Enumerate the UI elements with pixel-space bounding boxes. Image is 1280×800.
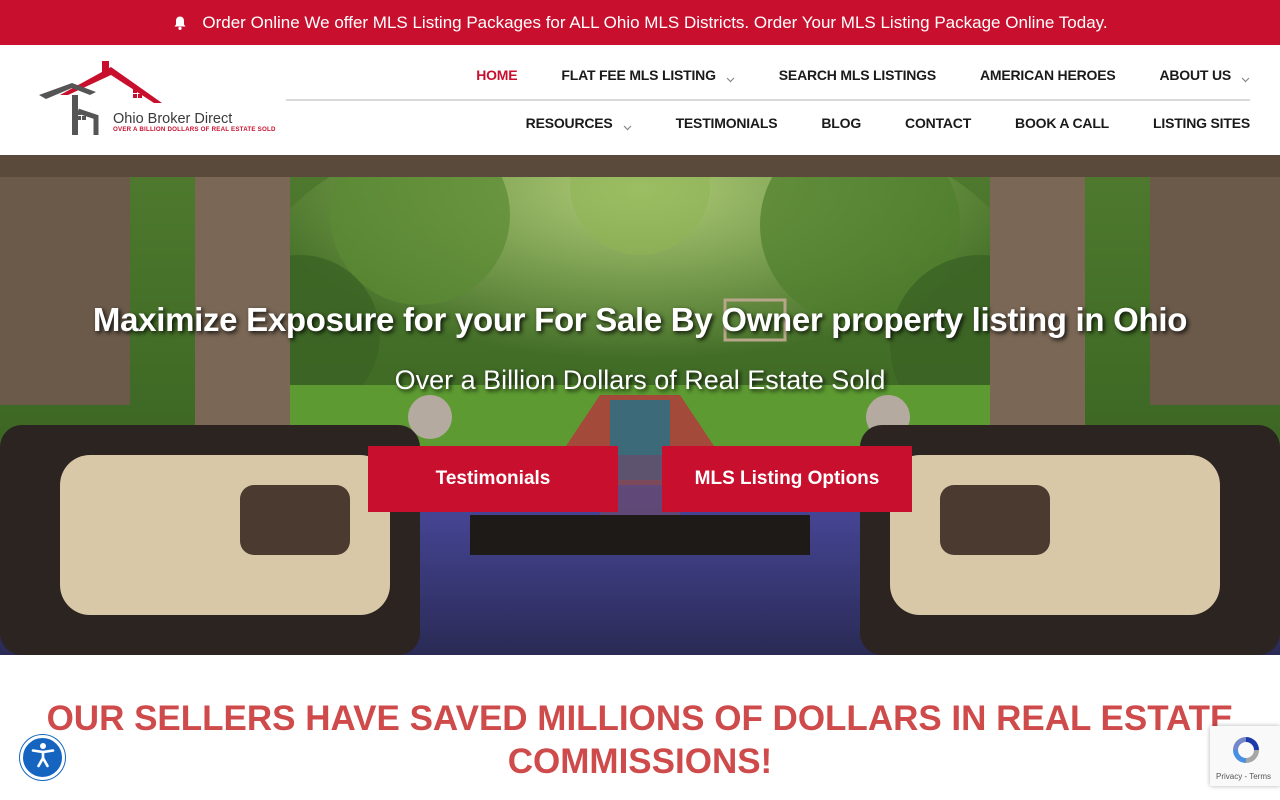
nav-flat-fee-mls-listing[interactable]: FLAT FEE MLS LISTING <box>561 67 735 83</box>
nav-blog[interactable]: BLOG <box>821 115 861 131</box>
nav-label: SEARCH MLS LISTINGS <box>778 67 937 83</box>
nav-testimonials[interactable]: TESTIMONIALS <box>676 115 778 131</box>
nav-label: FLAT FEE MLS LISTING <box>561 67 716 83</box>
nav-label: BOOK A CALL <box>1015 115 1110 131</box>
recaptcha-icon <box>1230 734 1262 771</box>
announcement-link[interactable]: Order Online We offer MLS Listing Packag… <box>202 13 1107 33</box>
announcement-bar: Order Online We offer MLS Listing Packag… <box>0 0 1280 45</box>
chevron-down-icon <box>623 119 632 130</box>
nav-label: CONTACT <box>905 115 972 131</box>
nav-label: HOME <box>476 67 518 83</box>
hero-background-image <box>0 155 1280 655</box>
recaptcha-privacy-link[interactable]: Privacy <box>1216 772 1242 781</box>
site-header: Ohio Broker Direct OVER A BILLION DOLLAR… <box>0 45 1280 155</box>
nav-american-heroes[interactable]: AMERICAN HEROES <box>980 67 1116 83</box>
nav-divider <box>286 99 1250 101</box>
accessibility-button[interactable] <box>20 735 65 780</box>
nav-label: LISTING SITES <box>1153 115 1250 131</box>
hero-banner: Maximize Exposure for your For Sale By O… <box>0 155 1280 655</box>
nav-book-a-call[interactable]: BOOK A CALL <box>1015 115 1109 131</box>
chevron-down-icon <box>1241 71 1250 82</box>
mls-listing-options-button[interactable]: MLS Listing Options <box>662 446 912 512</box>
nav-home[interactable]: HOME <box>476 67 517 83</box>
recaptcha-terms-link[interactable]: Terms <box>1249 772 1271 781</box>
testimonials-button[interactable]: Testimonials <box>368 446 618 512</box>
logo-brand-name: Ohio Broker Direct <box>113 111 233 127</box>
recaptcha-badge[interactable]: Privacy - Terms <box>1210 726 1280 786</box>
nav-label: RESOURCES <box>525 115 613 131</box>
site-logo[interactable]: Ohio Broker Direct OVER A BILLION DOLLAR… <box>36 59 276 139</box>
hero-title: Maximize Exposure for your For Sale By O… <box>92 301 1188 338</box>
logo-tagline: OVER A BILLION DOLLARS OF REAL ESTATE SO… <box>113 126 276 133</box>
nav-listing-sites[interactable]: LISTING SITES <box>1153 115 1250 131</box>
nav-contact[interactable]: CONTACT <box>905 115 971 131</box>
nav-label: AMERICAN HEROES <box>980 67 1116 83</box>
nav-label: BLOG <box>821 115 862 131</box>
nav-resources[interactable]: RESOURCES <box>526 115 632 131</box>
bell-icon <box>172 15 188 31</box>
savings-headline: OUR SELLERS HAVE SAVED MILLIONS OF DOLLA… <box>46 699 1234 781</box>
accessibility-icon <box>29 741 57 774</box>
hero-subtitle: Over a Billion Dollars of Real Estate So… <box>394 365 886 395</box>
primary-nav-row-1: HOME FLAT FEE MLS LISTING SEARCH MLS LIS… <box>476 67 1250 83</box>
nav-label: ABOUT US <box>1159 67 1231 83</box>
nav-about-us[interactable]: ABOUT US <box>1159 67 1250 83</box>
nav-search-mls-listings[interactable]: SEARCH MLS LISTINGS <box>779 67 936 83</box>
recaptcha-links: Privacy - Terms <box>1216 772 1271 781</box>
nav-label: TESTIMONIALS <box>675 115 778 131</box>
chevron-down-icon <box>726 71 735 82</box>
primary-nav-row-2: RESOURCES TESTIMONIALS BLOG CONTACT BOOK… <box>526 115 1251 131</box>
